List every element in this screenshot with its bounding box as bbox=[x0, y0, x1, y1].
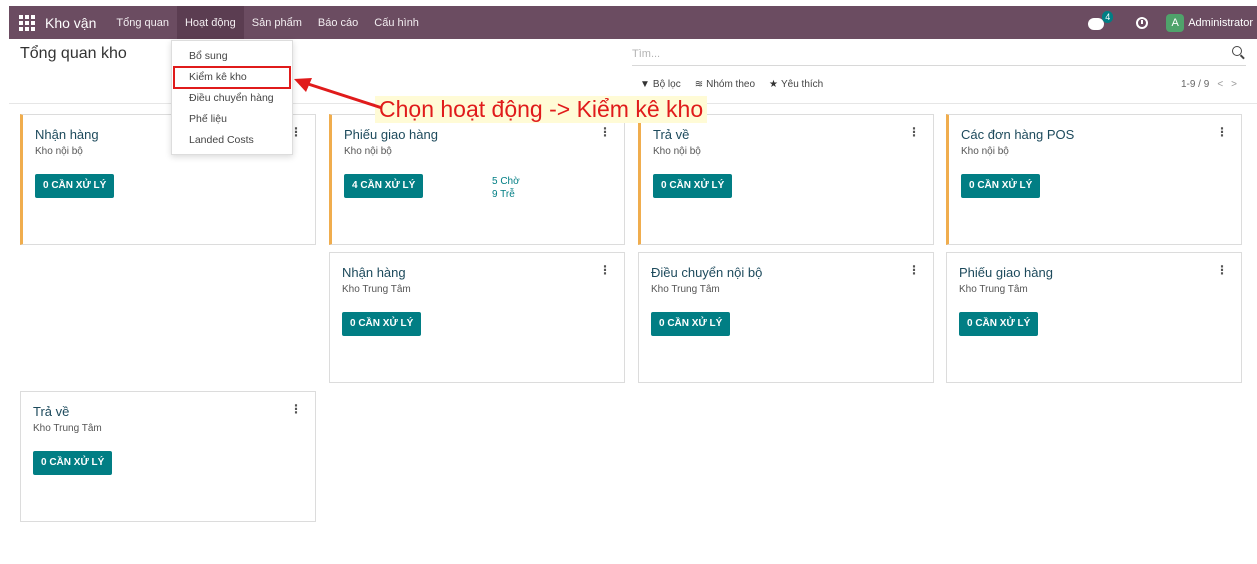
group-by-label: Nhóm theo bbox=[706, 79, 756, 90]
operations-dropdown: Bổ sung Kiểm kê kho Điều chuyển hàng Phế… bbox=[171, 40, 293, 155]
chat-count-badge: 4 bbox=[1102, 10, 1114, 23]
page-title: Tổng quan kho bbox=[20, 45, 127, 62]
card-delivery-internal[interactable]: Phiếu giao hàng Kho nội bộ ⋮ 4 CẦN XỬ LÝ… bbox=[329, 114, 625, 245]
card-pos-orders-internal[interactable]: Các đơn hàng POS Kho nội bộ ⋮ 0 CẦN XỬ L… bbox=[946, 114, 1242, 245]
dropdown-item-transfers[interactable]: Điều chuyển hàng bbox=[172, 88, 292, 109]
activity-clock-icon[interactable] bbox=[1136, 16, 1149, 29]
search-icon[interactable] bbox=[1232, 46, 1242, 56]
card-title[interactable]: Điều chuyển nội bộ bbox=[651, 265, 762, 280]
dropdown-item-landed-costs[interactable]: Landed Costs bbox=[172, 130, 292, 151]
kebab-menu-icon[interactable]: ⋮ bbox=[908, 263, 920, 277]
to-process-button[interactable]: 0 CẦN XỬ LÝ bbox=[959, 312, 1039, 336]
chevron-right-icon[interactable]: > bbox=[1231, 79, 1237, 90]
to-process-button[interactable]: 0 CẦN XỬ LÝ bbox=[35, 174, 115, 198]
card-warehouse: Kho nội bộ bbox=[961, 146, 1009, 157]
kebab-menu-icon[interactable]: ⋮ bbox=[290, 402, 302, 416]
card-returns-central[interactable]: Trả về Kho Trung Tâm ⋮ 0 CẦN XỬ LÝ bbox=[20, 391, 316, 522]
card-stats: 5 Chờ 9 Trễ bbox=[492, 175, 520, 201]
kebab-menu-icon[interactable]: ⋮ bbox=[1216, 263, 1228, 277]
avatar[interactable]: A bbox=[1166, 13, 1185, 32]
menu-overview[interactable]: Tổng quan bbox=[108, 6, 177, 39]
waiting-link[interactable]: 5 Chờ bbox=[492, 175, 520, 188]
late-link[interactable]: 9 Trễ bbox=[492, 188, 520, 201]
pager: 1-9 / 9 < > bbox=[1181, 79, 1237, 90]
filter-icon: ▼ bbox=[640, 79, 650, 90]
filter-button[interactable]: ▼ Bộ lọc bbox=[640, 79, 681, 90]
search-input[interactable] bbox=[632, 45, 1212, 63]
filter-label: Bộ lọc bbox=[652, 79, 681, 90]
card-warehouse: Kho Trung Tâm bbox=[959, 284, 1028, 295]
card-warehouse: Kho nội bộ bbox=[653, 146, 701, 157]
pager-value[interactable]: 1-9 / 9 bbox=[1181, 79, 1209, 90]
kebab-menu-icon[interactable]: ⋮ bbox=[599, 263, 611, 277]
menu-operations[interactable]: Hoạt động bbox=[176, 6, 244, 39]
star-icon: ★ bbox=[769, 79, 778, 90]
chevron-left-icon[interactable]: < bbox=[1217, 79, 1223, 90]
card-warehouse: Kho Trung Tâm bbox=[33, 423, 102, 434]
card-title[interactable]: Nhận hàng bbox=[35, 127, 99, 142]
kebab-menu-icon[interactable]: ⋮ bbox=[1216, 125, 1228, 139]
top-navbar: Kho vận Tổng quan Hoạt động Sản phẩm Báo… bbox=[9, 6, 1257, 39]
annotation-arrow bbox=[294, 78, 383, 110]
dropdown-item-scrap[interactable]: Phế liệu bbox=[172, 109, 292, 130]
card-receipts-central[interactable]: Nhận hàng Kho Trung Tâm ⋮ 0 CẦN XỬ LÝ bbox=[329, 252, 625, 383]
apps-grid-icon[interactable] bbox=[19, 14, 35, 31]
card-returns-internal[interactable]: Trả về Kho nội bộ ⋮ 0 CẦN XỬ LÝ bbox=[638, 114, 934, 245]
favorites-label: Yêu thích bbox=[780, 79, 824, 90]
card-title[interactable]: Các đơn hàng POS bbox=[961, 127, 1074, 142]
annotation-text: Chọn hoạt động -> Kiểm kê kho bbox=[375, 96, 708, 123]
search-bar bbox=[632, 44, 1246, 66]
card-delivery-central[interactable]: Phiếu giao hàng Kho Trung Tâm ⋮ 0 CẦN XỬ… bbox=[946, 252, 1242, 383]
menu-configuration[interactable]: Cấu hình bbox=[366, 6, 427, 39]
dropdown-item-replenishment[interactable]: Bổ sung bbox=[172, 46, 292, 67]
kebab-menu-icon[interactable]: ⋮ bbox=[908, 125, 920, 139]
kebab-menu-icon[interactable]: ⋮ bbox=[599, 125, 611, 139]
messaging-button[interactable]: 4 bbox=[1088, 10, 1114, 31]
search-options: ▼ Bộ lọc ≋ Nhóm theo ★ Yêu thích bbox=[640, 79, 837, 90]
dropdown-item-inventory-adjustment[interactable]: Kiểm kê kho bbox=[173, 66, 291, 89]
card-warehouse: Kho Trung Tâm bbox=[651, 284, 720, 295]
app-name[interactable]: Kho vận bbox=[45, 15, 96, 31]
card-warehouse: Kho nội bộ bbox=[35, 146, 83, 157]
to-process-button[interactable]: 0 CẦN XỬ LÝ bbox=[342, 312, 422, 336]
card-warehouse: Kho nội bộ bbox=[344, 146, 392, 157]
card-title[interactable]: Phiếu giao hàng bbox=[344, 127, 438, 142]
card-title[interactable]: Phiếu giao hàng bbox=[959, 265, 1053, 280]
menu-reporting[interactable]: Báo cáo bbox=[310, 6, 366, 39]
card-title[interactable]: Trả về bbox=[653, 127, 689, 142]
to-process-button[interactable]: 4 CẦN XỬ LÝ bbox=[344, 174, 424, 198]
to-process-button[interactable]: 0 CẦN XỬ LÝ bbox=[651, 312, 731, 336]
card-title[interactable]: Nhận hàng bbox=[342, 265, 406, 280]
navbar-systray: 4 A Administrator bbox=[1088, 6, 1257, 39]
to-process-button[interactable]: 0 CẦN XỬ LÝ bbox=[33, 451, 113, 475]
group-by-button[interactable]: ≋ Nhóm theo bbox=[695, 79, 755, 90]
favorites-button[interactable]: ★ Yêu thích bbox=[769, 79, 823, 90]
menu-products[interactable]: Sản phẩm bbox=[244, 6, 310, 39]
card-internal-transfer-central[interactable]: Điều chuyển nội bộ Kho Trung Tâm ⋮ 0 CẦN… bbox=[638, 252, 934, 383]
card-title[interactable]: Trả về bbox=[33, 404, 69, 419]
layers-icon: ≋ bbox=[694, 79, 704, 90]
to-process-button[interactable]: 0 CẦN XỬ LÝ bbox=[653, 174, 733, 198]
user-name[interactable]: Administrator bbox=[1188, 17, 1253, 29]
to-process-button[interactable]: 0 CẦN XỬ LÝ bbox=[961, 174, 1041, 198]
card-warehouse: Kho Trung Tâm bbox=[342, 284, 411, 295]
